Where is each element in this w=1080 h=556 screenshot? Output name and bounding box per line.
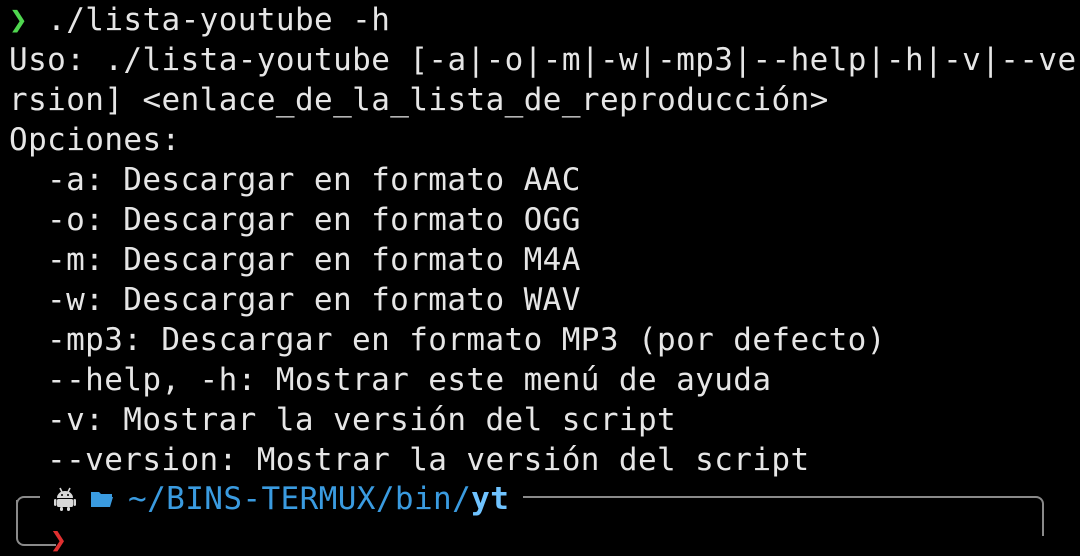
android-icon [54,487,76,511]
option-line: -o: Descargar en formato OGG [47,202,581,238]
option-line: -w: Descargar en formato WAV [47,282,581,318]
usage-line-2: rsion] <enlace_de_la_lista_de_reproducci… [9,82,829,118]
command-line: ❯ ./lista-youtube -h [9,0,390,40]
command-text: ./lista-youtube -h [28,2,391,38]
option-line: -a: Descargar en formato AAC [47,162,581,198]
usage-line-1: Uso: ./lista-youtube [-a|-o|-m|-w|-mp3|-… [9,42,1077,78]
terminal-window[interactable]: ❯ ./lista-youtube -h Uso: ./lista-youtub… [9,0,1076,546]
option-line: -m: Descargar en formato M4A [47,242,581,278]
option-line: -v: Mostrar la versión del script [47,402,677,438]
input-chevron: ❯ [50,523,67,556]
option-line: --help, -h: Mostrar este menú de ayuda [47,362,772,398]
folder-icon [90,489,114,509]
prompt-arrow: ❯ [9,2,29,38]
path-prefix: ~/BINS-TERMUX/bin/ [128,481,472,517]
path-current-dir: yt [471,481,510,517]
current-path: ~/BINS-TERMUX/bin/yt [128,482,509,516]
prompt-segment: ~/BINS-TERMUX/bin/yt [40,482,524,516]
option-line: -mp3: Descargar en formato MP3 (por defe… [47,322,886,358]
option-line: --version: Mostrar la versión del script [47,442,810,478]
options-header: Opciones: [9,122,181,158]
